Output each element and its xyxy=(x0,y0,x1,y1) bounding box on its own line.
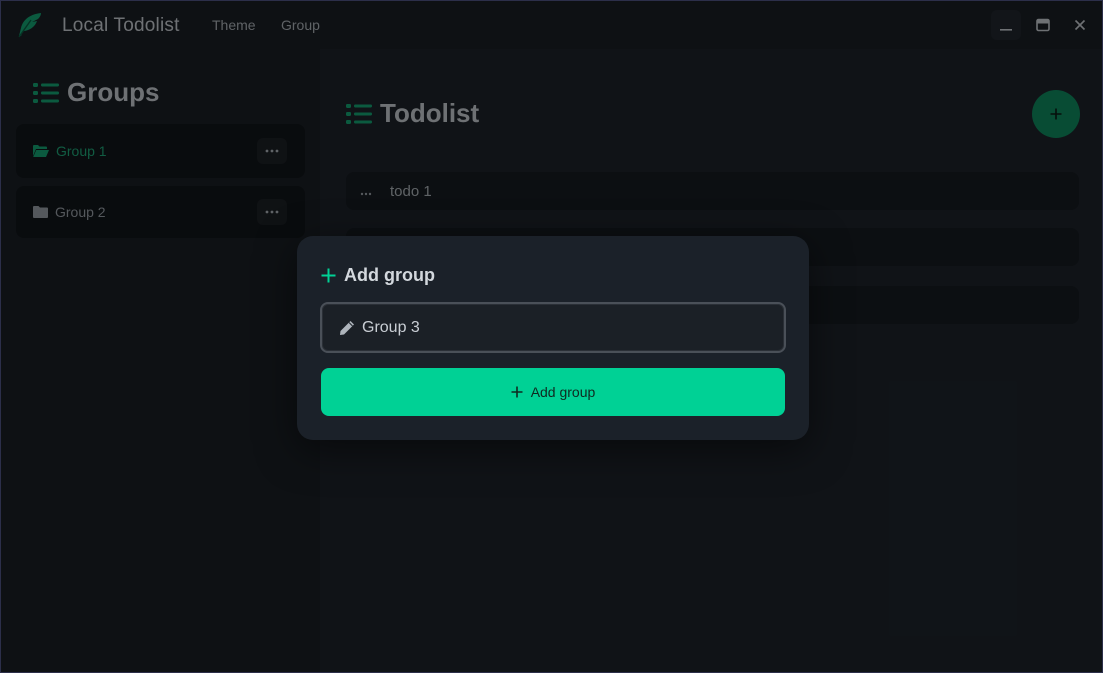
add-group-button[interactable]: Add group xyxy=(321,368,785,416)
plus-icon xyxy=(321,268,336,283)
add-group-button-label: Add group xyxy=(530,384,596,400)
group-name-input[interactable] xyxy=(362,316,772,340)
add-group-dialog: Add group Add group xyxy=(297,236,809,440)
pencil-icon xyxy=(340,321,354,335)
group-name-field[interactable] xyxy=(320,302,786,353)
plus-icon xyxy=(511,386,523,398)
dialog-title: Add group xyxy=(321,265,435,286)
dialog-title-text: Add group xyxy=(344,265,435,285)
app-window: Local Todolist Theme Group Groups Group … xyxy=(0,0,1103,673)
